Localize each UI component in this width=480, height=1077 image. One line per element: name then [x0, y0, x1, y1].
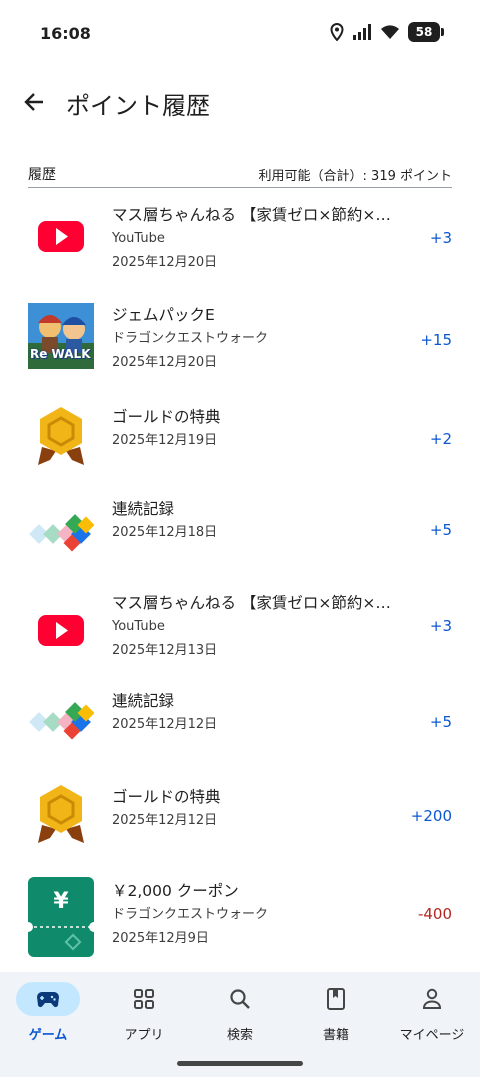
item-points: -400: [417, 905, 452, 923]
item-points: +5: [429, 713, 452, 731]
back-arrow-icon: [24, 93, 43, 111]
location-icon: [330, 23, 344, 41]
streak-icon: [28, 687, 95, 753]
gold-medal-icon: [28, 405, 94, 471]
item-date: 2025年12月18日: [112, 525, 218, 540]
app-bar: ポイント履歴: [0, 76, 480, 128]
history-item[interactable]: ¥ ￥2,000 クーポン ドラゴンクエストウォーク 2025年12月9日 -4…: [0, 873, 480, 973]
status-bar: 16:08 58: [0, 0, 480, 68]
youtube-icon: [28, 597, 94, 663]
home-indicator: [177, 1061, 303, 1066]
search-icon: [230, 989, 250, 1009]
status-time: 16:08: [40, 24, 91, 43]
item-subtitle: YouTube: [112, 619, 165, 634]
history-item[interactable]: Re WALK ジェムパックE ドラゴンクエストウォーク 2025年12月20日…: [0, 289, 480, 389]
list-header: 履歴 利用可能（合計）: 319 ポイント: [28, 164, 452, 188]
status-icons: 58: [330, 22, 444, 42]
person-icon: [422, 988, 442, 1009]
nav-label: マイページ: [399, 1028, 465, 1043]
item-points: +15: [420, 331, 452, 349]
item-points: +2: [429, 430, 452, 448]
item-points: +3: [429, 617, 452, 635]
item-title: ジェムパックE: [112, 306, 215, 324]
item-title: マス層ちゃんねる 【家賃ゼロ×節約×投資…: [112, 594, 400, 612]
nav-tab-games[interactable]: ゲーム: [0, 982, 96, 1052]
item-title: 連続記録: [112, 692, 175, 710]
nav-tab-my-page[interactable]: マイページ: [384, 982, 480, 1052]
item-points: +5: [429, 521, 452, 539]
item-subtitle: ドラゴンクエストウォーク: [112, 331, 269, 346]
nav-label: ゲーム: [28, 1028, 68, 1043]
item-date: 2025年12月20日: [112, 255, 218, 270]
item-subtitle: YouTube: [112, 231, 165, 246]
item-date: 2025年12月19日: [112, 433, 218, 448]
history-item[interactable]: 連続記録 2025年12月18日 +5: [0, 487, 480, 585]
streak-icon: [28, 499, 95, 565]
coupon-yen-symbol: ¥: [53, 889, 69, 914]
history-list: マス層ちゃんねる 【家賃ゼロ×節約×投資… YouTube 2025年12月20…: [0, 189, 480, 973]
item-subtitle: ドラゴンクエストウォーク: [112, 907, 269, 922]
history-item[interactable]: ゴールドの特典 2025年12月12日 +200: [0, 781, 480, 873]
history-item[interactable]: マス層ちゃんねる 【家賃ゼロ×節約×投資… YouTube 2025年12月20…: [0, 189, 480, 289]
item-title: 連続記録: [112, 500, 175, 518]
history-item[interactable]: 連続記録 2025年12月12日 +5: [0, 685, 480, 781]
item-date: 2025年12月20日: [112, 355, 218, 370]
game-thumbnail: Re WALK: [28, 303, 94, 369]
item-title: マス層ちゃんねる 【家賃ゼロ×節約×投資…: [112, 206, 400, 224]
available-points-total: 利用可能（合計）: 319 ポイント: [258, 169, 452, 184]
history-item[interactable]: ゴールドの特典 2025年12月19日 +2: [0, 389, 480, 487]
nav-tab-search[interactable]: 検索: [192, 982, 288, 1052]
gold-medal-icon: [28, 783, 94, 849]
game-thumbnail-text: Re WALK: [30, 347, 91, 361]
youtube-icon: [28, 203, 94, 269]
nav-label: 書籍: [322, 1028, 349, 1043]
item-date: 2025年12月12日: [112, 717, 218, 732]
item-title: ゴールドの特典: [112, 408, 221, 426]
battery-indicator: 58: [408, 22, 444, 42]
history-item[interactable]: マス層ちゃんねる 【家賃ゼロ×節約×投資… YouTube 2025年12月13…: [0, 585, 480, 685]
page-title: ポイント履歴: [66, 92, 210, 120]
item-title: ゴールドの特典: [112, 788, 221, 806]
nav-label: 検索: [226, 1028, 253, 1043]
item-points: +200: [410, 807, 452, 825]
nav-label: アプリ: [124, 1028, 164, 1043]
coupon-icon: ¥: [23, 877, 99, 957]
item-points: +3: [429, 229, 452, 247]
item-date: 2025年12月13日: [112, 643, 218, 658]
signal-icon: [353, 24, 371, 40]
back-button[interactable]: [18, 86, 50, 118]
history-label: 履歴: [28, 167, 56, 183]
item-date: 2025年12月12日: [112, 813, 218, 828]
book-icon: [327, 988, 345, 1010]
wifi-icon: [381, 25, 399, 39]
item-date: 2025年12月9日: [112, 931, 209, 946]
item-title: ￥2,000 クーポン: [112, 882, 239, 900]
nav-tab-books[interactable]: 書籍: [288, 982, 384, 1052]
gamepad-icon: [37, 992, 59, 1008]
nav-tab-apps[interactable]: アプリ: [96, 982, 192, 1052]
apps-grid-icon: [134, 989, 154, 1009]
